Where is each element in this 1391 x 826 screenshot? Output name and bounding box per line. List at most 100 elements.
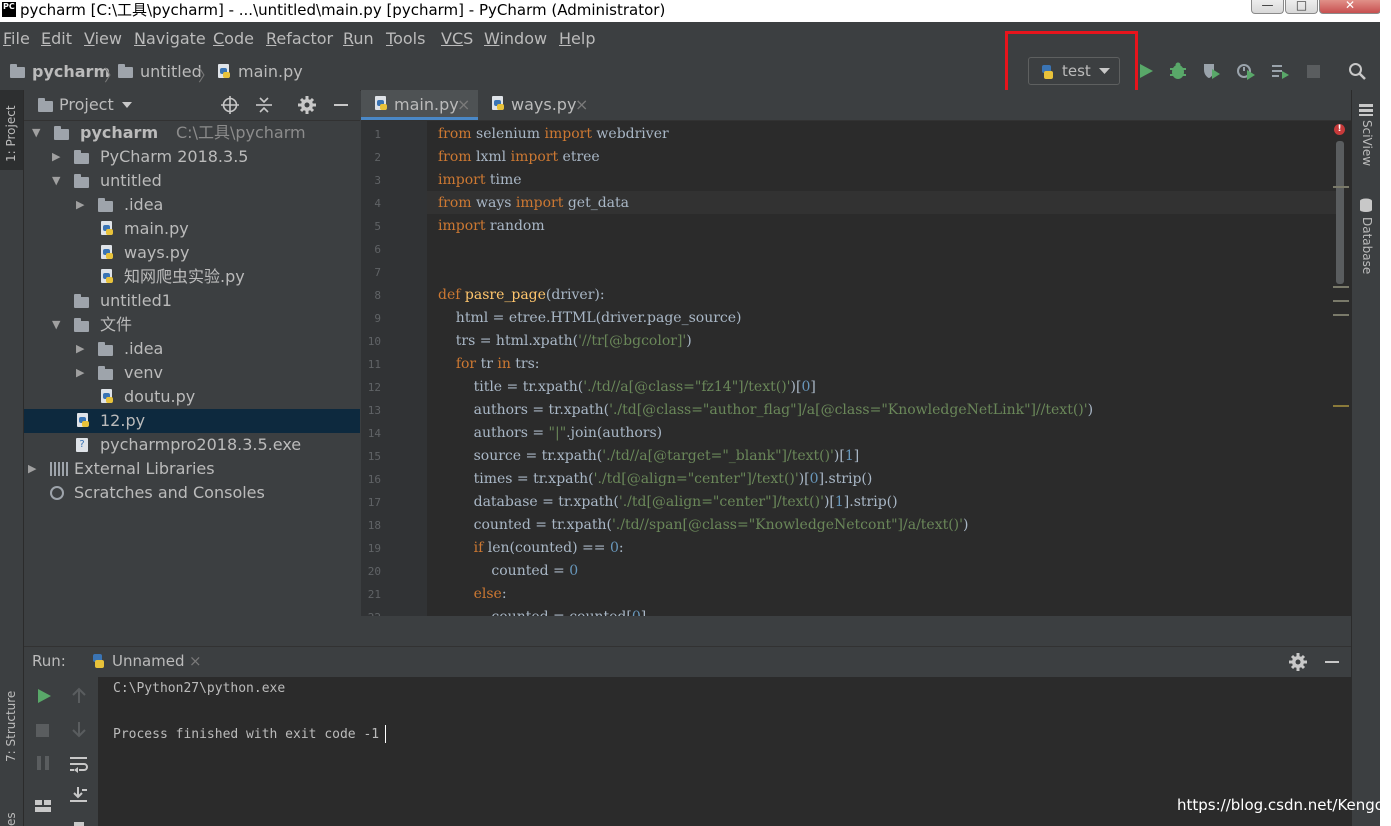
- expanded-arrow-icon[interactable]: ▼: [52, 169, 60, 193]
- error-indicator-icon[interactable]: !: [1334, 124, 1345, 135]
- run-tab-unnamed[interactable]: Unnamed: [112, 652, 185, 670]
- close-tab-icon[interactable]: ×: [575, 90, 588, 120]
- folder-icon: [98, 198, 113, 212]
- collapsed-arrow-icon[interactable]: ▶: [52, 145, 60, 169]
- locate-file-icon[interactable]: [221, 96, 239, 114]
- code-line: trs = html.xpath('//tr[@bgcolor]'): [438, 333, 692, 349]
- line-number-gutter: 12345678910111213141516171819202122: [361, 121, 427, 616]
- menu-mnemonic: T: [386, 29, 394, 48]
- project-tree-item[interactable]: ▼ pycharm C:\工具\pycharm: [24, 121, 360, 145]
- scroll-marker: [1333, 186, 1349, 188]
- run-concurrency-icon[interactable]: [1270, 62, 1290, 80]
- profile-icon[interactable]: [1236, 62, 1256, 80]
- project-tool-tab[interactable]: 1: Project: [0, 90, 23, 170]
- code-line: else:: [473, 586, 507, 602]
- project-tree-item[interactable]: ▶ External Libraries: [24, 457, 360, 481]
- menu-item[interactable]: Refactor: [266, 29, 333, 48]
- expanded-arrow-icon[interactable]: ▼: [52, 313, 60, 337]
- project-view-selector[interactable]: Project: [59, 95, 114, 114]
- editor-scrollbar[interactable]: [1336, 141, 1344, 284]
- close-window-button[interactable]: ✕: [1319, 0, 1381, 14]
- run-with-coverage-icon[interactable]: [1202, 62, 1222, 80]
- line-number: 17: [367, 496, 381, 509]
- project-tree-item[interactable]: ▶ .idea: [24, 193, 360, 217]
- restore-layout-icon[interactable]: [34, 797, 52, 813]
- hide-panel-icon[interactable]: [334, 104, 348, 106]
- rerun-icon[interactable]: [36, 687, 52, 705]
- menu-item[interactable]: Code: [213, 29, 254, 48]
- expanded-arrow-icon[interactable]: ▼: [32, 121, 40, 145]
- project-panel-header: Project: [24, 90, 360, 121]
- maximize-button[interactable]: □: [1285, 0, 1318, 14]
- structure-tool-tab[interactable]: 7: Structure: [4, 691, 18, 762]
- menu-item[interactable]: VCS: [441, 29, 473, 48]
- pause-icon[interactable]: [36, 755, 50, 771]
- menu-mnemonic: C: [213, 29, 225, 48]
- breadcrumb-main-py[interactable]: main.py: [238, 62, 303, 81]
- close-tab-icon[interactable]: ×: [457, 90, 470, 120]
- arrow-up-icon[interactable]: [70, 686, 88, 704]
- menu-item[interactable]: Edit: [41, 29, 72, 48]
- line-number: 15: [367, 450, 381, 463]
- project-tree-item-label: pycharm: [80, 123, 159, 142]
- print-icon[interactable]: [74, 822, 84, 826]
- scroll-marker: [1333, 286, 1349, 288]
- run-icon[interactable]: [1137, 62, 1155, 80]
- project-tree-item[interactable]: ▶ .idea: [24, 337, 360, 361]
- project-tool-tab-label: 1: Project: [4, 105, 18, 162]
- editor-tab-main-py[interactable]: main.py ×: [361, 90, 478, 120]
- menu-item[interactable]: Navigate: [134, 29, 206, 48]
- favorites-tool-tab[interactable]: es: [4, 812, 18, 826]
- project-tree-item[interactable]: ▼ 文件: [24, 313, 360, 337]
- soft-wrap-icon[interactable]: [69, 755, 89, 773]
- collapse-all-icon[interactable]: [255, 96, 273, 114]
- menu-item[interactable]: Run: [343, 29, 374, 48]
- database-tool-tab[interactable]: Database: [1360, 217, 1374, 274]
- run-console-output[interactable]: C:\Python27\python.exe Process finished …: [98, 677, 1351, 826]
- scroll-to-end-icon[interactable]: [69, 786, 89, 804]
- close-run-tab-icon[interactable]: ×: [189, 652, 202, 670]
- menu-item[interactable]: Help: [559, 29, 595, 48]
- line-number: 20: [367, 565, 381, 578]
- debug-icon[interactable]: [1169, 62, 1187, 80]
- code-line: source = tr.xpath('./td//a[@target="_bla…: [438, 448, 860, 464]
- collapsed-arrow-icon[interactable]: ▶: [76, 361, 84, 385]
- code-editor[interactable]: 12345678910111213141516171819202122 from…: [361, 121, 1351, 616]
- sciview-tool-tab[interactable]: SciView: [1360, 120, 1374, 166]
- gear-icon[interactable]: [298, 96, 316, 114]
- search-everywhere-icon[interactable]: [1348, 62, 1367, 81]
- editor-tab-ways-py[interactable]: ways.py ×: [478, 90, 594, 120]
- project-tree-item[interactable]: doutu.py: [24, 385, 360, 409]
- minimize-button[interactable]: —: [1251, 0, 1284, 14]
- project-tree-item[interactable]: ▶ venv: [24, 361, 360, 385]
- project-tree-item[interactable]: ▶ PyCharm 2018.3.5: [24, 145, 360, 169]
- editor-tab-bar: main.py × ways.py ×: [361, 90, 1351, 121]
- collapsed-arrow-icon[interactable]: ▶: [76, 193, 84, 217]
- project-tree-item[interactable]: 12.py: [24, 409, 360, 433]
- collapsed-arrow-icon[interactable]: ▶: [76, 337, 84, 361]
- code-line: import random: [438, 218, 545, 234]
- folder-icon: [74, 174, 89, 188]
- breadcrumb-untitled[interactable]: untitled: [140, 62, 202, 81]
- project-tree-item[interactable]: ▼ untitled: [24, 169, 360, 193]
- stop-icon[interactable]: [36, 724, 49, 737]
- menu-item[interactable]: Tools: [386, 29, 425, 48]
- menu-item[interactable]: View: [84, 29, 122, 48]
- menu-item[interactable]: File: [3, 29, 30, 48]
- project-tree-item[interactable]: ? pycharmpro2018.3.5.exe: [24, 433, 360, 457]
- chevron-down-icon[interactable]: [122, 102, 132, 109]
- arrow-down-icon[interactable]: [70, 721, 88, 739]
- project-tree-item[interactable]: Scratches and Consoles: [24, 481, 360, 505]
- project-tree-item[interactable]: ways.py: [24, 241, 360, 265]
- console-caret: [385, 725, 386, 743]
- project-tree-item[interactable]: main.py: [24, 217, 360, 241]
- line-number: 13: [367, 404, 381, 417]
- gear-icon[interactable]: [1289, 653, 1307, 671]
- menu-item[interactable]: Window: [484, 29, 547, 48]
- hide-panel-icon[interactable]: [1325, 661, 1339, 663]
- stop-icon[interactable]: [1307, 65, 1320, 78]
- project-tree-item[interactable]: untitled1: [24, 289, 360, 313]
- breadcrumb-pycharm[interactable]: pycharm: [32, 62, 110, 81]
- collapsed-arrow-icon[interactable]: ▶: [28, 457, 36, 481]
- project-tree-item[interactable]: 知网爬虫实验.py: [24, 265, 360, 289]
